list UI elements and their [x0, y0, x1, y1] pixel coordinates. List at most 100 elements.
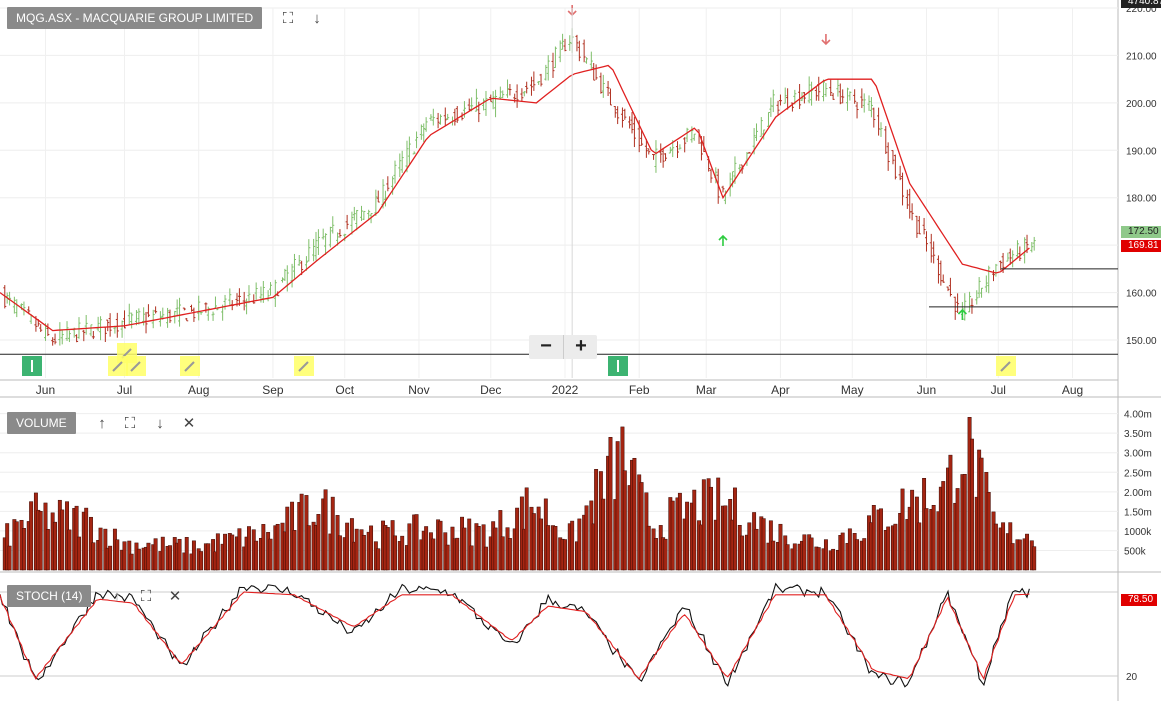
volume-bar [407, 523, 412, 571]
volume-bar [615, 441, 620, 571]
volume-bar [816, 547, 821, 571]
volume-bar [553, 525, 558, 571]
stoch-panel-label[interactable]: STOCH (14) [7, 585, 92, 607]
volume-bar [191, 540, 196, 571]
volume-bar [962, 473, 967, 571]
volume-bar [900, 488, 905, 571]
price-tick-label: 180.00 [1126, 194, 1157, 205]
volume-bar [345, 522, 350, 571]
volume-bar [45, 529, 50, 571]
volume-bar [979, 457, 984, 571]
volume-bar [400, 535, 405, 571]
volume-bar [563, 539, 567, 571]
up-arrow-icon [718, 234, 728, 246]
symbol-title[interactable]: MQG.ASX - MACQUARIE GROUP LIMITED [7, 7, 263, 29]
volume-bar [122, 541, 127, 571]
volume-tick-label: 1.50m [1124, 507, 1152, 518]
stoch-tick-label: 20 [1126, 672, 1138, 683]
volume-bar [84, 507, 89, 571]
stoch-value-tag: 78.50 [1121, 594, 1158, 606]
volume-tick-label: 1000k [1124, 527, 1152, 538]
volume-bar [299, 493, 304, 571]
volume-bar [809, 537, 814, 571]
zoom-in-button[interactable]: + [563, 335, 598, 359]
arrow-up-icon[interactable]: ↑ [94, 416, 110, 432]
volume-bar [685, 501, 690, 571]
ma-price-tag: 169.81 [1121, 240, 1161, 252]
chart-workspace[interactable]: 150.00160.00170.00180.00190.00200.00210.… [0, 0, 1161, 701]
volume-bar [733, 487, 737, 571]
volume-bar [840, 532, 845, 571]
volume-tick-label: 500k [1124, 546, 1147, 557]
volume-bar [153, 538, 158, 571]
volume-bar [21, 528, 26, 571]
volume-bar [354, 528, 359, 571]
volume-bar [594, 469, 599, 571]
time-tick-label: Oct [335, 383, 354, 397]
volume-bar [53, 521, 58, 571]
volume-bar [931, 505, 936, 571]
volume-bar [893, 523, 898, 571]
fullscreen-icon[interactable]: ⛶ [138, 589, 154, 605]
volume-bar [701, 479, 706, 571]
time-tick-label: Apr [771, 383, 790, 397]
volume-bar [146, 542, 151, 571]
volume-bar [484, 546, 488, 571]
fullscreen-icon[interactable]: ⛶ [122, 416, 138, 432]
volume-bar [431, 538, 436, 571]
volume-bar [1001, 522, 1006, 571]
volume-bar [268, 538, 273, 571]
arrow-down-icon[interactable]: ↓ [309, 11, 325, 27]
volume-bar [199, 551, 204, 571]
volume-bar [740, 535, 745, 571]
price-tick-label: 150.00 [1126, 336, 1157, 347]
volume-bar [970, 438, 974, 571]
volume-tick-label: 2.00m [1124, 488, 1152, 499]
volume-bar [223, 533, 227, 571]
volume-bar [823, 539, 828, 571]
volume-bar [60, 509, 65, 571]
volume-bar [323, 489, 328, 571]
volume-bar [424, 526, 429, 571]
time-tick-label: May [841, 383, 864, 397]
stoch-d-line [0, 591, 1030, 681]
volume-bar [847, 528, 852, 571]
volume-bar [677, 492, 682, 571]
arrow-down-icon[interactable]: ↓ [152, 416, 168, 432]
last-price-tag: 172.50 [1121, 226, 1161, 238]
volume-bar [98, 527, 103, 571]
volume-bar [237, 528, 242, 571]
time-tick-label: Aug [188, 383, 209, 397]
volume-bar [115, 539, 120, 571]
volume-bar [1032, 546, 1037, 571]
volume-bar [369, 525, 374, 571]
zoom-out-button[interactable]: − [529, 335, 563, 359]
volume-bar [7, 545, 12, 571]
volume-bar [524, 487, 529, 571]
time-tick-label: Jul [117, 383, 132, 397]
volume-bar [254, 540, 259, 571]
volume-bar [871, 505, 876, 571]
arrow-up-icon[interactable]: ↑ [109, 589, 125, 605]
volume-bar [108, 545, 113, 571]
volume-bar [646, 525, 651, 571]
close-icon[interactable]: ✕ [181, 416, 197, 432]
volume-bar [29, 501, 34, 571]
volume-tick-label: 4.00m [1124, 410, 1152, 421]
stoch-k-line [0, 582, 1030, 688]
volume-bar [761, 518, 766, 571]
volume-bar [438, 520, 443, 571]
volume-bar [917, 522, 922, 571]
volume-bar [531, 513, 536, 571]
volume-bar [941, 481, 946, 571]
volume-panel-label[interactable]: VOLUME [7, 412, 76, 434]
close-icon[interactable]: ✕ [167, 589, 183, 605]
volume-bar [414, 514, 419, 571]
volume-bar [515, 507, 520, 571]
volume-bar [330, 496, 335, 571]
volume-bar [261, 524, 266, 571]
volume-bar [622, 470, 627, 571]
fullscreen-icon[interactable]: ⛶ [280, 11, 296, 27]
volume-bar [455, 537, 460, 571]
time-tick-label: 2022 [552, 383, 579, 397]
